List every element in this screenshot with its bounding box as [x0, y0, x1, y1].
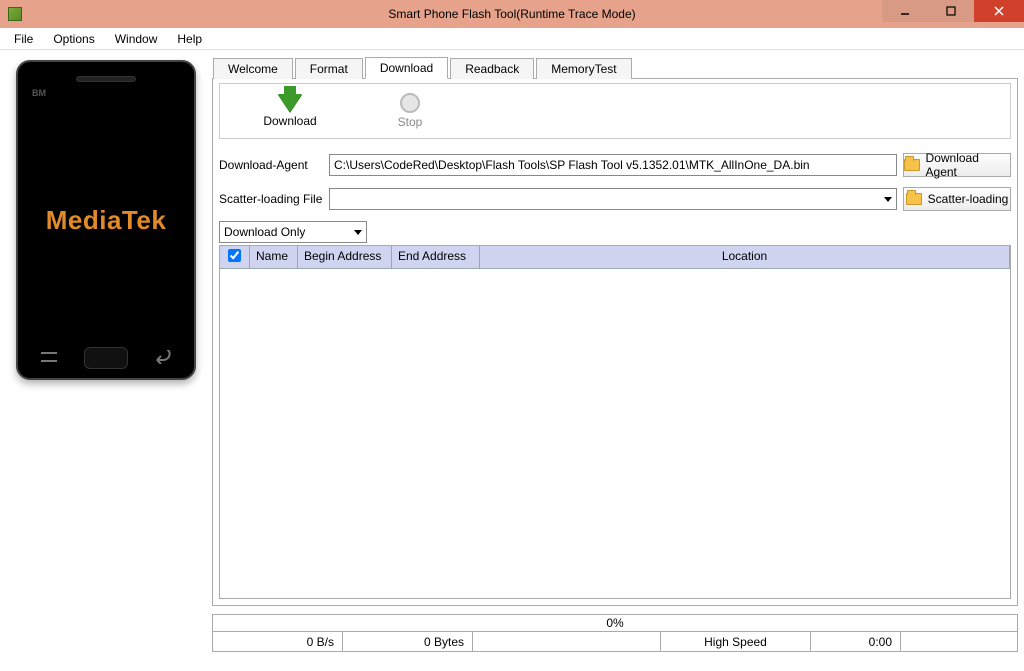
column-end-address[interactable]: End Address [392, 246, 480, 268]
phone-brand-text: MediaTek [46, 205, 167, 236]
back-icon [153, 350, 173, 367]
status-bytes: 0 Bytes [343, 632, 473, 651]
menu-icon [39, 350, 59, 367]
progress-bar: 0% [212, 614, 1018, 632]
app-body: BM MediaTek Welcome Format Download Read… [0, 50, 1024, 671]
chevron-down-icon [354, 230, 362, 235]
download-agent-browse-button[interactable]: Download Agent [903, 153, 1011, 177]
stop-icon [400, 93, 420, 113]
partition-table-body[interactable] [220, 269, 1010, 598]
status-area: 0% 0 B/s 0 Bytes High Speed 0:00 [212, 614, 1018, 652]
scatter-file-browse-button[interactable]: Scatter-loading [903, 187, 1011, 211]
partition-table: Name Begin Address End Address Location [219, 245, 1011, 599]
phone-screen: MediaTek [29, 104, 183, 336]
column-name[interactable]: Name [250, 246, 298, 268]
phone-outline: BM MediaTek [16, 60, 196, 380]
phone-speaker [76, 76, 136, 82]
scatter-file-row: Scatter-loading File Scatter-loading [219, 187, 1011, 211]
download-agent-field[interactable] [329, 154, 897, 176]
tab-format[interactable]: Format [295, 58, 363, 79]
status-bar: 0 B/s 0 Bytes High Speed 0:00 [212, 632, 1018, 652]
menu-options[interactable]: Options [43, 29, 104, 49]
download-agent-row: Download-Agent Download Agent [219, 153, 1011, 177]
download-arrow-icon [278, 94, 302, 112]
download-agent-browse-label: Download Agent [926, 151, 1010, 179]
chevron-down-icon [884, 197, 892, 202]
download-agent-label: Download-Agent [219, 158, 323, 172]
select-all-checkbox[interactable] [228, 249, 241, 262]
partition-table-header: Name Begin Address End Address Location [220, 246, 1010, 269]
download-button[interactable]: Download [260, 94, 320, 128]
scatter-file-browse-label: Scatter-loading [928, 192, 1009, 206]
menu-window[interactable]: Window [105, 29, 168, 49]
phone-preview: BM MediaTek [6, 56, 206, 665]
maximize-button[interactable] [928, 0, 974, 22]
stop-button[interactable]: Stop [380, 93, 440, 129]
column-begin-address[interactable]: Begin Address [298, 246, 392, 268]
home-button-icon [84, 347, 128, 369]
window-controls [882, 0, 1024, 22]
column-location[interactable]: Location [480, 246, 1010, 268]
tab-memorytest[interactable]: MemoryTest [536, 58, 631, 79]
tabstrip: Welcome Format Download Readback MemoryT… [213, 56, 1018, 78]
column-checkbox[interactable] [220, 246, 250, 268]
tab-readback[interactable]: Readback [450, 58, 534, 79]
main-panel: Welcome Format Download Readback MemoryT… [212, 56, 1018, 665]
tab-welcome[interactable]: Welcome [213, 58, 293, 79]
status-usb-mode: High Speed [661, 632, 811, 651]
scatter-file-label: Scatter-loading File [219, 192, 323, 206]
folder-icon [904, 159, 920, 171]
phone-badge: BM [32, 88, 46, 98]
status-speed: 0 B/s [213, 632, 343, 651]
download-button-label: Download [263, 114, 316, 128]
menu-file[interactable]: File [4, 29, 43, 49]
scatter-file-combo[interactable] [329, 188, 897, 210]
phone-softkeys [18, 342, 194, 378]
menu-help[interactable]: Help [167, 29, 212, 49]
status-elapsed: 0:00 [811, 632, 901, 651]
app-icon [8, 7, 22, 21]
close-button[interactable] [974, 0, 1024, 22]
minimize-button[interactable] [882, 0, 928, 22]
window-titlebar: Smart Phone Flash Tool(Runtime Trace Mod… [0, 0, 1024, 28]
download-mode-value: Download Only [224, 225, 305, 239]
window-title: Smart Phone Flash Tool(Runtime Trace Mod… [388, 7, 635, 21]
folder-icon [906, 193, 922, 205]
download-mode-combo[interactable]: Download Only [219, 221, 367, 243]
menubar: File Options Window Help [0, 28, 1024, 50]
tab-download[interactable]: Download [365, 57, 448, 79]
stop-button-label: Stop [398, 115, 423, 129]
download-tab-panel: Download Stop Download-Agent Download Ag… [212, 78, 1018, 606]
status-spacer-1 [473, 632, 661, 651]
progress-text: 0% [606, 616, 623, 630]
action-toolbar: Download Stop [219, 83, 1011, 139]
status-spacer-2 [901, 632, 1017, 651]
